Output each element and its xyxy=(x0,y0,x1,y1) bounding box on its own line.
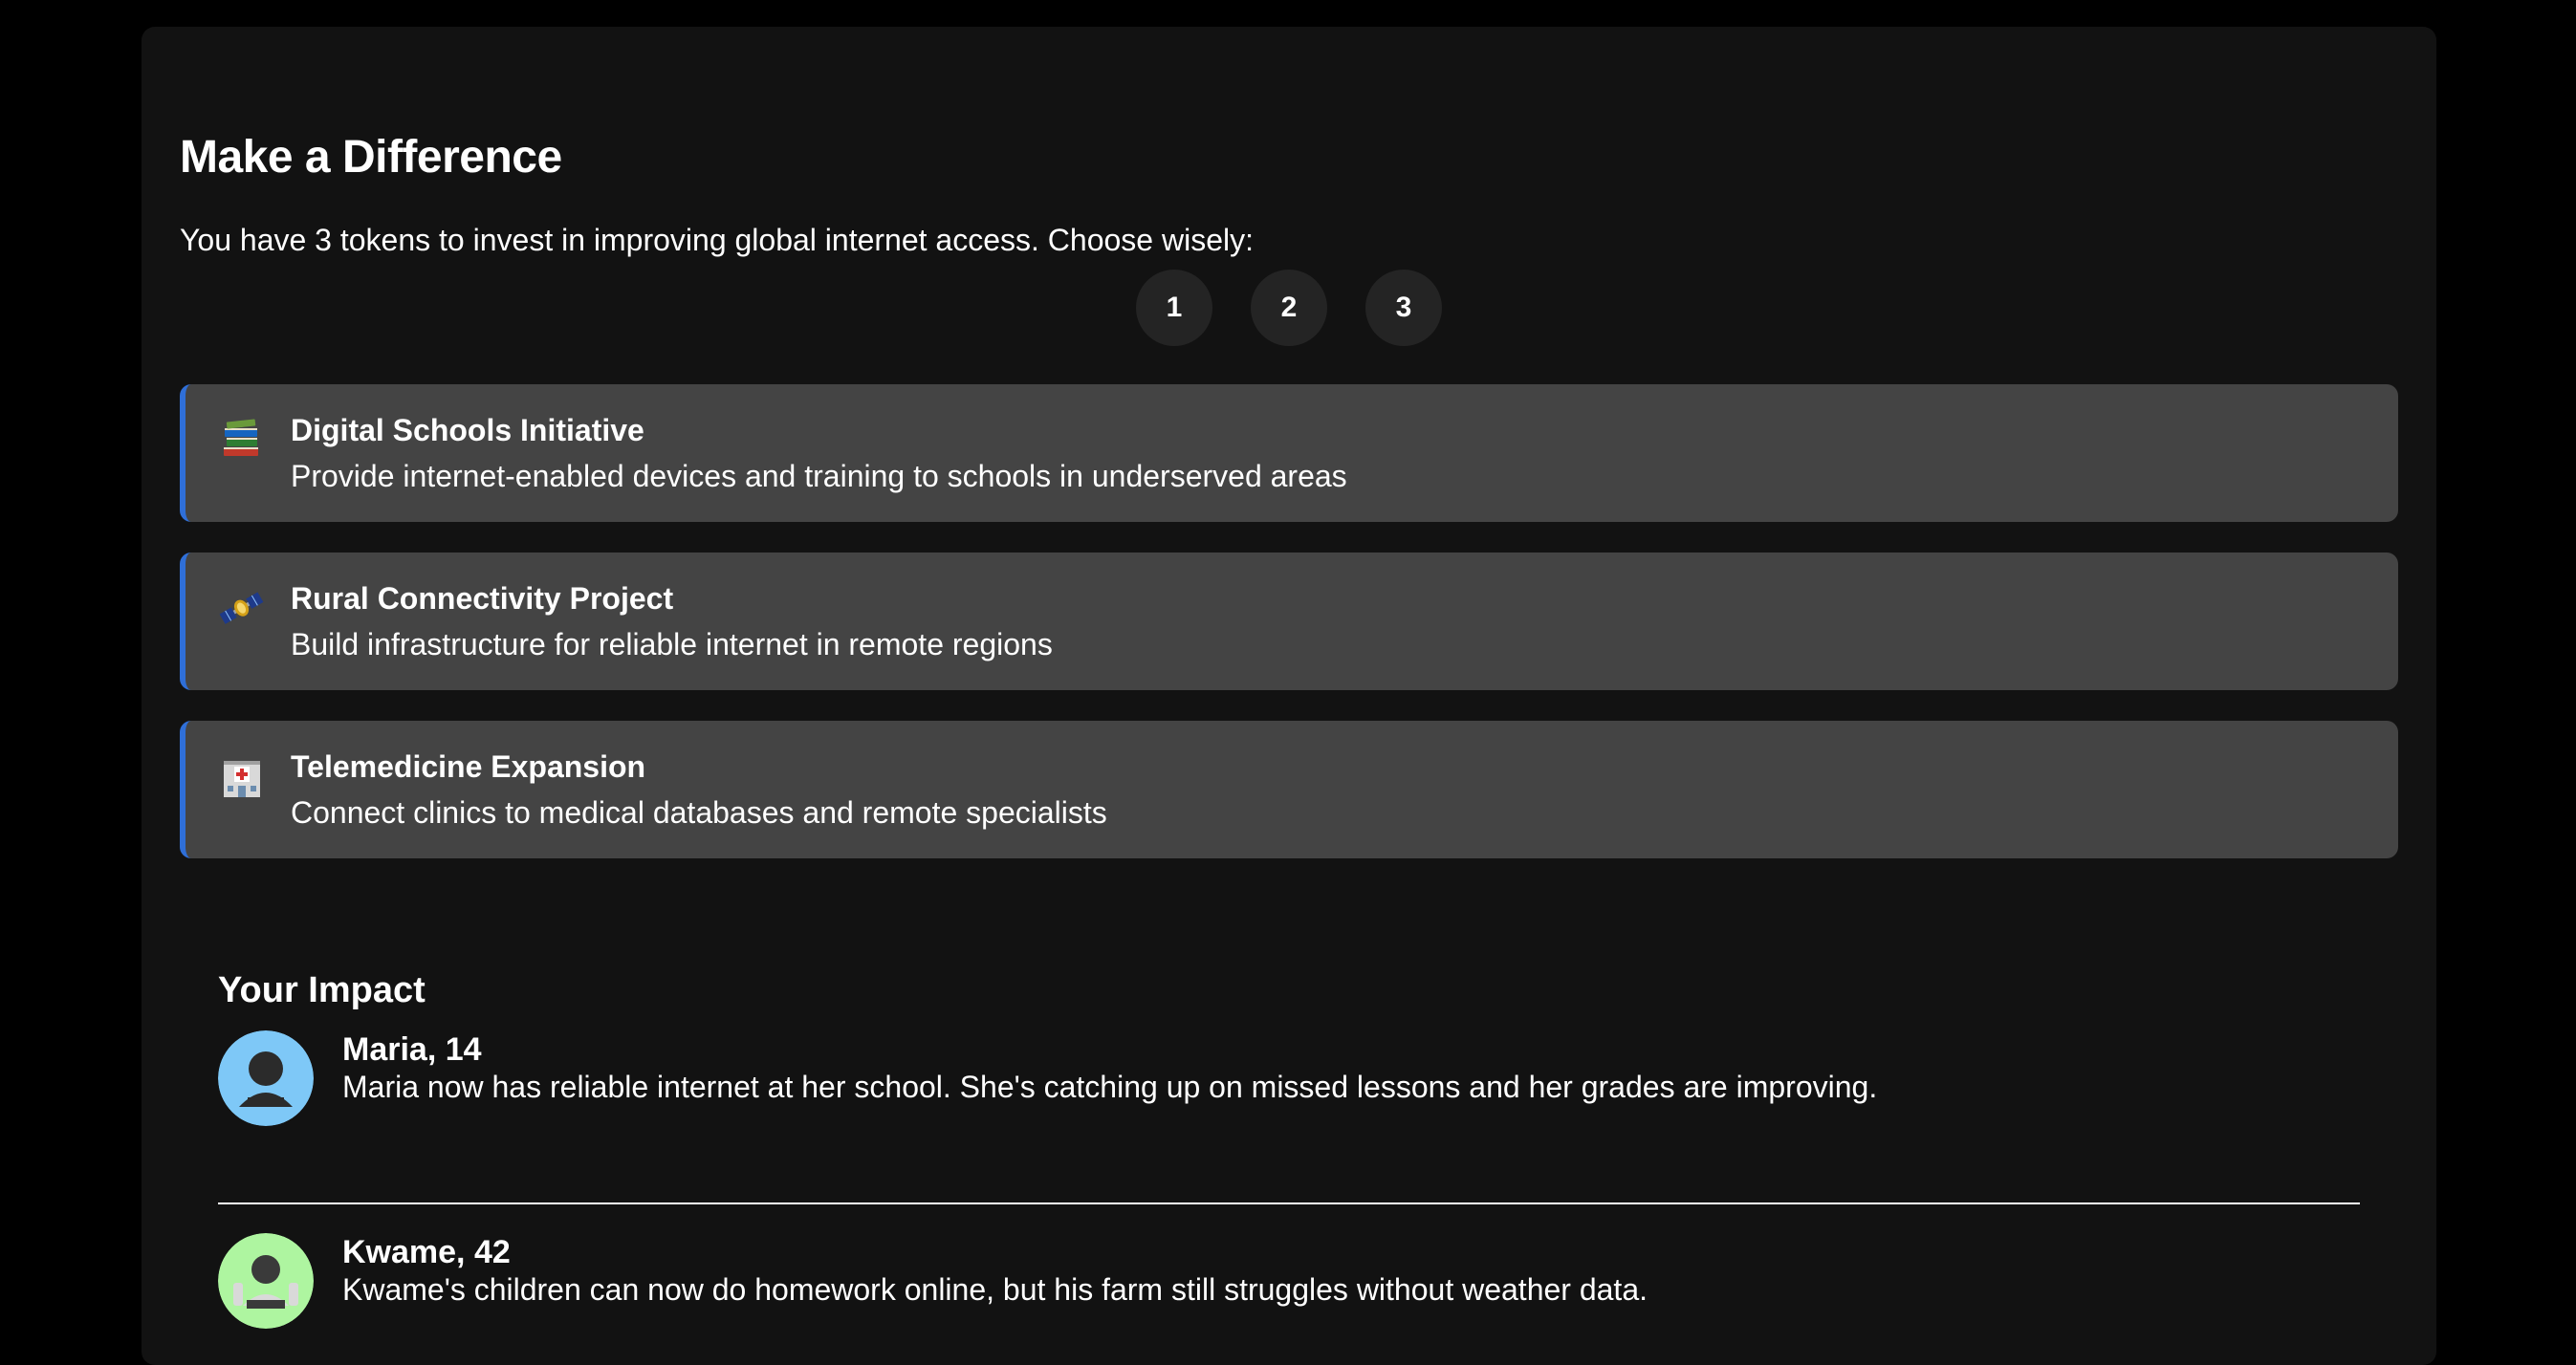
person-name: Maria, 14 xyxy=(342,1031,482,1068)
avatar-icon xyxy=(218,1030,314,1126)
token-3[interactable]: 3 xyxy=(1365,270,1442,346)
person-story: Kwame's children can now do homework onl… xyxy=(342,1272,1648,1307)
impact-person: Kwame, 42 Kwame's children can now do ho… xyxy=(218,1233,2360,1332)
project-name: Digital Schools Initiative xyxy=(291,413,644,447)
project-card-rural-connectivity[interactable]: Rural Connectivity Project Build infrast… xyxy=(180,552,2398,690)
project-name: Rural Connectivity Project xyxy=(291,581,674,616)
intro-text: You have 3 tokens to invest in improving… xyxy=(180,223,1254,257)
impact-title: Your Impact xyxy=(218,970,426,1010)
token-1[interactable]: 1 xyxy=(1136,270,1212,346)
hospital-icon xyxy=(224,761,260,797)
project-name: Telemedicine Expansion xyxy=(291,749,646,784)
project-description: Build infrastructure for reliable intern… xyxy=(291,627,1053,661)
project-description: Connect clinics to medical databases and… xyxy=(291,795,1107,830)
project-list: Digital Schools Initiative Provide inter… xyxy=(180,384,2398,889)
satellite-icon xyxy=(219,592,264,624)
impact-person: Maria, 14 Maria now has reliable interne… xyxy=(218,1030,2360,1130)
books-icon xyxy=(224,419,258,456)
project-description: Provide internet-enabled devices and tra… xyxy=(291,459,1347,493)
project-card-digital-schools[interactable]: Digital Schools Initiative Provide inter… xyxy=(180,384,2398,522)
page-title: Make a Difference xyxy=(180,132,562,183)
project-card-telemedicine[interactable]: Telemedicine Expansion Connect clinics t… xyxy=(180,721,2398,858)
divider xyxy=(218,1202,2360,1204)
main-panel: Make a Difference You have 3 tokens to i… xyxy=(142,27,2436,1365)
person-story: Maria now has reliable internet at her s… xyxy=(342,1070,1878,1104)
token-2[interactable]: 2 xyxy=(1251,270,1327,346)
avatar-icon xyxy=(218,1233,314,1329)
person-name: Kwame, 42 xyxy=(342,1234,511,1270)
token-row: 1 2 3 xyxy=(142,270,2436,346)
